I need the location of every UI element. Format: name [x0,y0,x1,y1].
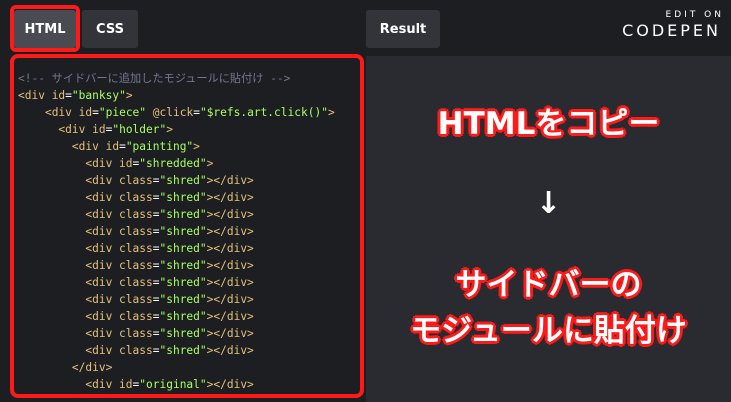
paste-annotation-line1: サイドバーの [455,267,642,303]
html-tab-highlight [10,5,80,52]
copy-html-annotation: HTMLをコピー [437,106,660,142]
paste-annotation-line2: モジュールに貼付け [410,313,687,349]
edit-on-label: EDIT ON [665,10,724,20]
tab-css[interactable]: CSS [82,10,138,48]
editor-toolbar: HTML CSS Result EDIT ON CODEPEN [0,0,731,56]
codepen-logo[interactable]: EDIT ON CODEPEN [611,10,721,46]
down-arrow-icon: ↓ [535,186,562,221]
codepen-brand: CODEPEN [622,21,721,40]
code-editor-highlight [10,54,364,398]
tab-result[interactable]: Result [366,10,440,48]
paste-annotation: サイドバーの モジュールに貼付け [366,262,731,354]
